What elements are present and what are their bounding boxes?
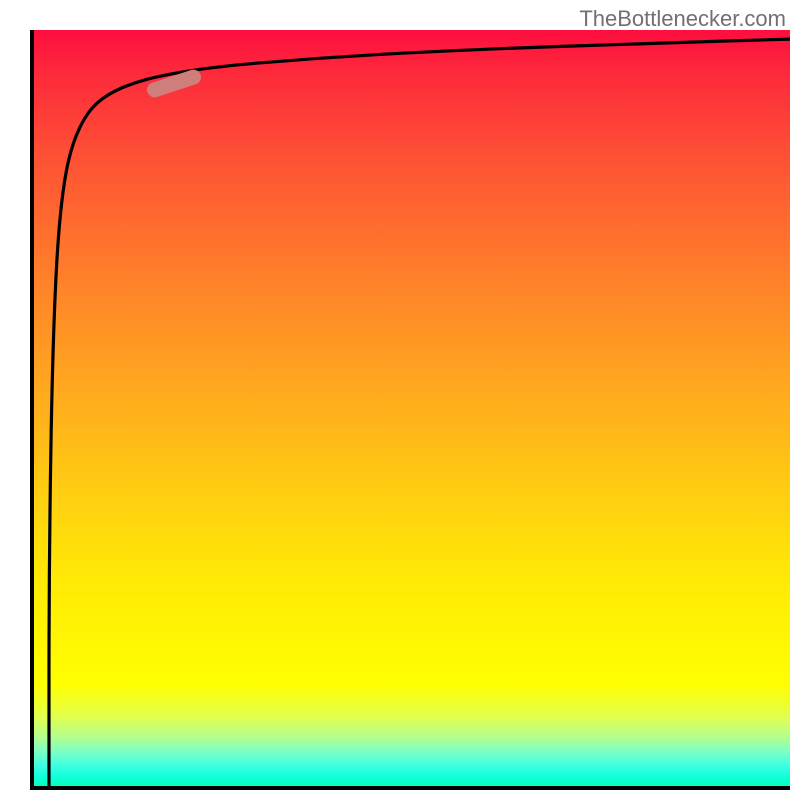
gradient-background bbox=[30, 30, 790, 790]
chart-container: TheBottlenecker.com bbox=[0, 0, 800, 800]
plot-area bbox=[30, 30, 790, 790]
y-axis bbox=[30, 30, 34, 790]
watermark-text: TheBottlenecker.com bbox=[579, 6, 786, 32]
x-axis bbox=[30, 786, 790, 790]
